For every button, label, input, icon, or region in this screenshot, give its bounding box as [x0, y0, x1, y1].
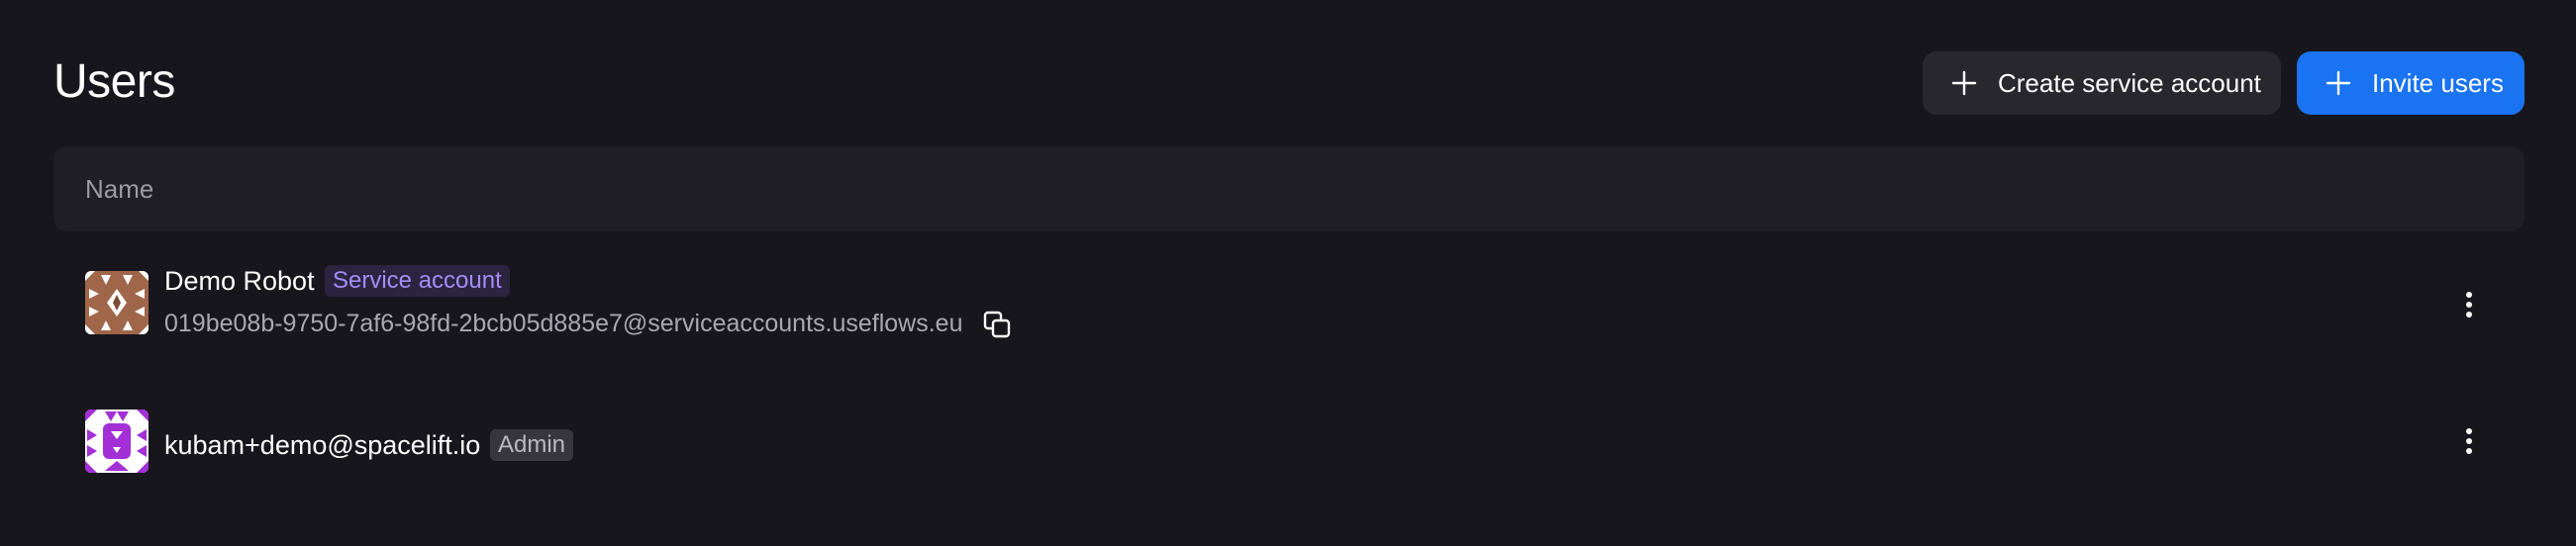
table-row: kubam+demo@spacelift.io Admin	[53, 382, 2525, 500]
user-email: 019be08b-9750-7af6-98fd-2bcb05d885e7@ser…	[164, 310, 963, 337]
users-page: Users Create service account Invite user…	[0, 0, 2576, 546]
user-name: kubam+demo@spacelift.io	[164, 430, 481, 460]
more-vertical-icon	[2466, 428, 2472, 454]
create-service-account-label: Create service account	[1998, 67, 2261, 98]
column-header-name: Name	[85, 173, 154, 204]
row-actions-button[interactable]	[2449, 421, 2489, 461]
copy-icon	[983, 311, 1011, 338]
more-vertical-icon	[2466, 292, 2472, 318]
service-account-badge: Service account	[325, 265, 510, 297]
plus-icon	[1951, 70, 1977, 96]
plus-icon	[2326, 70, 2351, 96]
invite-users-button[interactable]: Invite users	[2297, 51, 2525, 115]
copy-email-button[interactable]	[979, 307, 1015, 342]
invite-users-label: Invite users	[2372, 67, 2504, 98]
create-service-account-button[interactable]: Create service account	[1923, 51, 2281, 115]
avatar	[85, 271, 149, 334]
user-name: Demo Robot	[164, 266, 315, 296]
row-actions-button[interactable]	[2449, 285, 2489, 324]
avatar	[85, 410, 149, 473]
table-row: Demo Robot Service account 019be08b-9750…	[53, 245, 2525, 364]
table-header: Name	[53, 146, 2525, 231]
admin-badge: Admin	[490, 429, 574, 461]
page-title: Users	[53, 55, 175, 108]
